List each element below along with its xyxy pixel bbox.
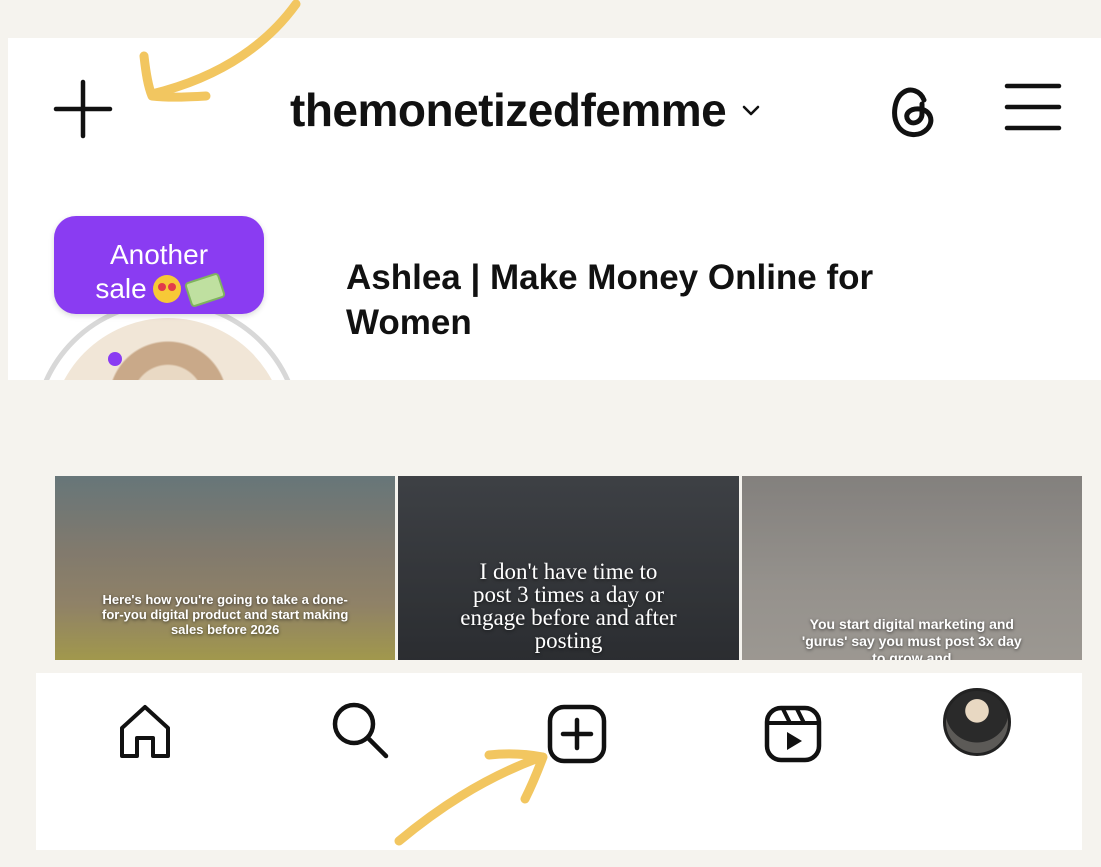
nav-search[interactable] <box>330 700 392 762</box>
nav-home[interactable] <box>114 700 176 762</box>
reels-icon <box>764 705 822 763</box>
post-caption: Here's how you're going to take a done-f… <box>102 592 349 637</box>
nav-create[interactable] <box>547 704 607 764</box>
post-caption: You start digital marketing and 'gurus' … <box>801 616 1022 660</box>
post-tile[interactable]: You start digital marketing and 'gurus' … <box>741 476 1082 660</box>
post-tile[interactable]: Here's how you're going to take a done-f… <box>55 476 396 660</box>
note-line2: sale <box>95 273 147 304</box>
nav-reels[interactable] <box>763 704 823 764</box>
search-icon <box>332 702 389 759</box>
profile-note-bubble[interactable]: Another sale <box>54 216 264 314</box>
profile-avatar[interactable] <box>943 688 1011 756</box>
profile-display-name: Ashlea | Make Money Online for Women <box>346 258 874 342</box>
note-bubble-tail <box>108 352 122 366</box>
note-line1: Another <box>109 239 209 270</box>
home-icon <box>120 705 170 758</box>
note-text: Another sale <box>54 216 264 308</box>
post-tile[interactable]: I don't have time to post 3 times a day … <box>398 476 739 660</box>
post-caption: I don't have time to post 3 times a day … <box>460 559 677 653</box>
posts-grid: Here's how you're going to take a done-f… <box>55 476 1082 660</box>
create-icon <box>547 704 607 764</box>
heart-eyes-emoji-icon <box>152 275 181 303</box>
money-wings-emoji-icon <box>183 272 226 308</box>
